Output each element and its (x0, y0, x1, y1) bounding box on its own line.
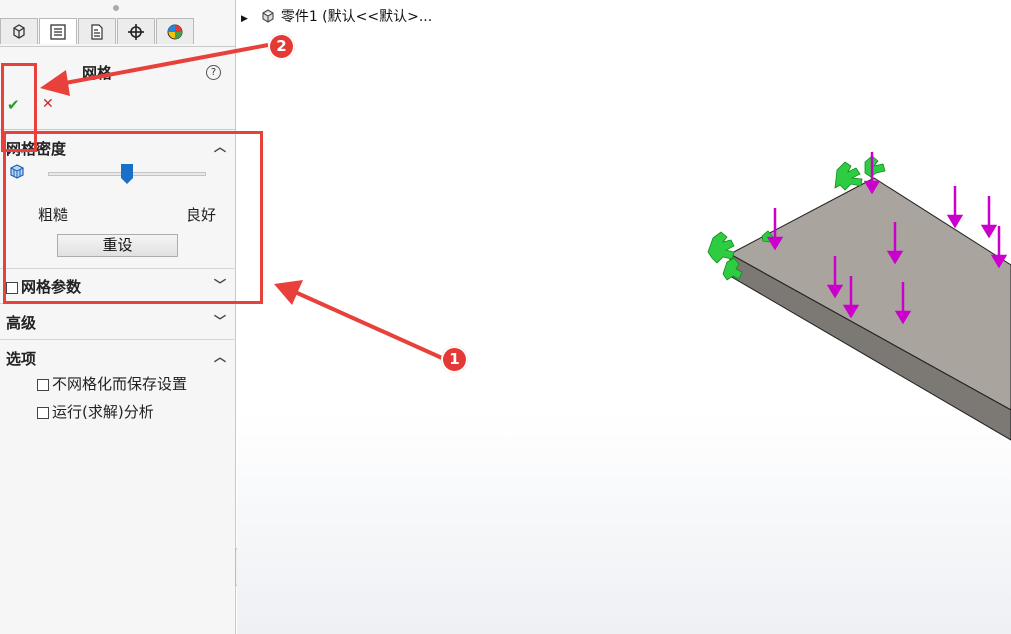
annotation-arrow-1 (274, 280, 443, 360)
annotation-badge-2: 2 (268, 33, 295, 60)
annotation-badge-1: 1 (441, 346, 468, 373)
annotation-arrow-2 (40, 43, 269, 96)
annotation-arrows (40, 43, 443, 360)
